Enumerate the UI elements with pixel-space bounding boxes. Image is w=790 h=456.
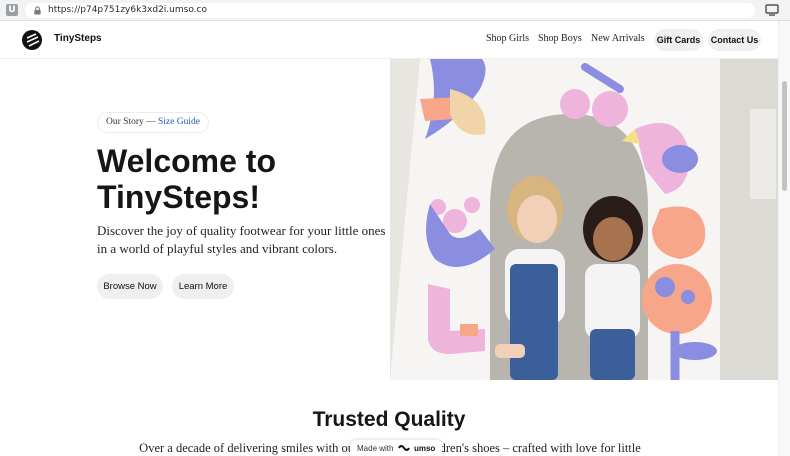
our-story-pill: Our Story — Size Guide: [97, 112, 209, 133]
monitor-icon[interactable]: [765, 4, 779, 16]
umso-brand: umso: [413, 444, 436, 453]
address-bar[interactable]: https://p74p751zy6k3xd2i.umso.co: [25, 3, 755, 18]
nav-shop-girls[interactable]: Shop Girls: [486, 33, 529, 44]
story-separator: —: [146, 117, 156, 127]
site-tab-icon[interactable]: U: [6, 4, 18, 16]
scrollbar-thumb[interactable]: [782, 81, 787, 191]
contact-us-button[interactable]: Contact Us: [708, 29, 761, 51]
kids-playhouse-illustration: [390, 59, 778, 380]
hero-title: Welcome to TinySteps!: [97, 143, 276, 215]
trusted-quality-title: Trusted Quality: [312, 408, 466, 431]
browser-toolbar: U https://p74p751zy6k3xd2i.umso.co: [0, 0, 790, 21]
nav-shop-boys[interactable]: Shop Boys: [538, 33, 582, 44]
learn-more-button[interactable]: Learn More: [172, 274, 234, 299]
brand-name[interactable]: TinySteps: [54, 33, 102, 44]
hero-image: [390, 59, 778, 380]
our-story-link[interactable]: Our Story: [106, 117, 144, 127]
site-header: TinySteps Shop Girls Shop Boys New Arriv…: [0, 21, 778, 59]
page-scrollbar[interactable]: [778, 21, 790, 456]
browse-now-button[interactable]: Browse Now: [97, 274, 163, 299]
made-with-label: Made with: [357, 444, 394, 453]
url-text[interactable]: https://p74p751zy6k3xd2i.umso.co: [48, 4, 207, 17]
lock-icon: [34, 6, 41, 15]
umso-logo-icon: [397, 445, 410, 451]
footprint-logo-icon[interactable]: [21, 29, 43, 51]
nav-new-arrivals[interactable]: New Arrivals: [591, 33, 645, 44]
made-with-umso-badge[interactable]: Made with umso: [350, 440, 443, 456]
size-guide-link[interactable]: Size Guide: [158, 117, 200, 127]
hero-subtitle: Discover the joy of quality footwear for…: [97, 223, 386, 256]
gift-cards-button[interactable]: Gift Cards: [654, 29, 703, 51]
